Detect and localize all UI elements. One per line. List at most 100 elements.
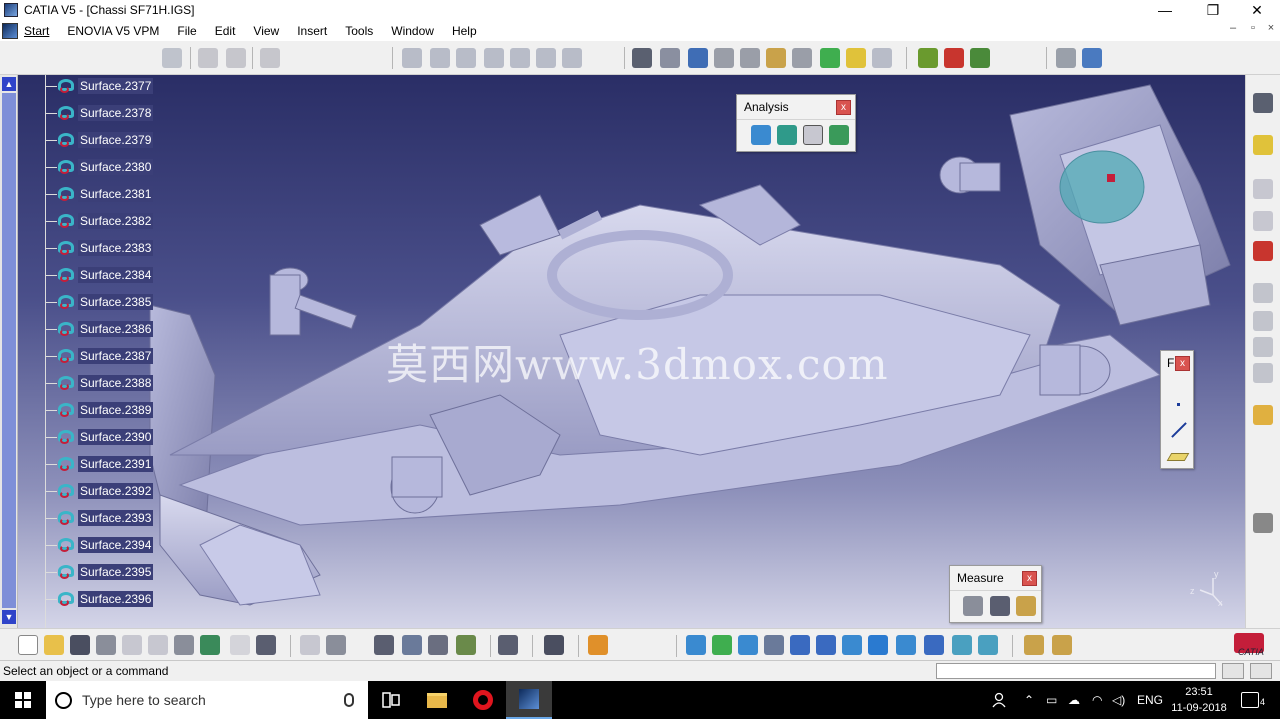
tree-item[interactable]: Surface.2391: [45, 454, 154, 474]
snap-icon[interactable]: [198, 48, 218, 68]
cut-icon[interactable]: [122, 635, 142, 655]
menu-insert[interactable]: Insert: [288, 24, 336, 38]
menu-enovia[interactable]: ENOVIA V5 VPM: [58, 24, 168, 38]
taskbar-clock[interactable]: 23:51 11-09-2018: [1162, 684, 1236, 716]
tree-scrollbar[interactable]: ▲ ▼: [0, 75, 18, 628]
fit-all-icon[interactable]: [712, 635, 732, 655]
grid-icon[interactable]: [226, 48, 246, 68]
porcupine-analysis-icon[interactable]: [829, 125, 849, 145]
swap-visible-space-icon[interactable]: [978, 635, 998, 655]
menu-view[interactable]: View: [244, 24, 288, 38]
disassemble-icon[interactable]: [714, 48, 734, 68]
revolve-icon[interactable]: [430, 48, 450, 68]
menu-help[interactable]: Help: [443, 24, 486, 38]
tree-item[interactable]: Surface.2396: [45, 589, 154, 609]
tree-item[interactable]: Surface.2387: [45, 346, 154, 366]
boundary-icon[interactable]: [792, 48, 812, 68]
volume-icon[interactable]: ◁): [1112, 681, 1125, 719]
save-icon[interactable]: [70, 635, 90, 655]
tree-item[interactable]: Surface.2384: [45, 265, 154, 285]
shape-fillet-icon[interactable]: [846, 48, 866, 68]
sketch-tracker-icon[interactable]: [1250, 663, 1272, 679]
tree-item[interactable]: Surface.2388: [45, 373, 154, 393]
scroll-down-arrow-icon[interactable]: ▼: [2, 610, 16, 624]
tree-item[interactable]: Surface.2394: [45, 535, 154, 555]
pan-icon[interactable]: [738, 635, 758, 655]
hide-show-icon[interactable]: [952, 635, 972, 655]
table-icon[interactable]: [374, 635, 394, 655]
redo-icon[interactable]: [230, 635, 250, 655]
tree-item[interactable]: Surface.2380: [45, 157, 154, 177]
body-icon[interactable]: [1082, 48, 1102, 68]
law-icon[interactable]: [1253, 283, 1273, 303]
trim-icon[interactable]: [766, 48, 786, 68]
taskbar-search-box[interactable]: Type here to search: [46, 681, 368, 719]
join-icon[interactable]: [632, 48, 652, 68]
rotate-icon[interactable]: [944, 48, 964, 68]
undo-icon[interactable]: [200, 635, 220, 655]
tree-item[interactable]: Surface.2382: [45, 211, 154, 231]
zoom-in-icon[interactable]: [790, 635, 810, 655]
sketch-icon[interactable]: [1253, 93, 1273, 113]
print-icon[interactable]: [96, 635, 116, 655]
measure-between-icon[interactable]: [963, 596, 983, 616]
tree-item[interactable]: Surface.2389: [45, 400, 154, 420]
wireframe-close-button[interactable]: x: [1175, 356, 1190, 371]
tree-item[interactable]: Surface.2392: [45, 481, 154, 501]
measure-palette[interactable]: Measure x: [949, 565, 1042, 623]
plane-icon[interactable]: [1166, 453, 1190, 461]
layer-icon[interactable]: [1024, 635, 1044, 655]
iso-view-icon[interactable]: [896, 635, 916, 655]
start-logo-icon[interactable]: [2, 22, 18, 39]
workbench-icon[interactable]: [588, 635, 608, 655]
flag-note-icon[interactable]: [1253, 211, 1273, 231]
paste-icon[interactable]: [174, 635, 194, 655]
edge-fillet-icon[interactable]: [872, 48, 892, 68]
shading-icon[interactable]: [924, 635, 944, 655]
3d-viewport[interactable]: y z x 莫西网www.3dmox.com: [0, 75, 1245, 628]
wifi-icon[interactable]: ◠: [1092, 681, 1102, 719]
analysis-palette[interactable]: Analysis x: [736, 94, 856, 152]
extract-icon[interactable]: [820, 48, 840, 68]
fill-icon[interactable]: [562, 48, 582, 68]
offset-icon[interactable]: [510, 48, 530, 68]
tree-item[interactable]: Surface.2377: [45, 76, 154, 96]
lock-icon[interactable]: [428, 635, 448, 655]
measure-inertia-icon[interactable]: [1016, 596, 1036, 616]
tree-item[interactable]: Surface.2381: [45, 184, 154, 204]
untrim-icon[interactable]: [688, 48, 708, 68]
language-indicator[interactable]: ENG: [1137, 681, 1163, 719]
wireframe-palette[interactable]: F x: [1160, 350, 1194, 469]
line-icon[interactable]: [1171, 422, 1187, 438]
new-file-icon[interactable]: [18, 635, 38, 655]
extrude-icon[interactable]: [402, 48, 422, 68]
fly-mode-icon[interactable]: [686, 635, 706, 655]
command-button[interactable]: [1222, 663, 1244, 679]
connect-checker-icon[interactable]: [751, 125, 771, 145]
capture-icon[interactable]: [544, 635, 564, 655]
tree-item[interactable]: Surface.2386: [45, 319, 154, 339]
menu-start[interactable]: Start: [22, 24, 58, 38]
output-feature-icon[interactable]: [1253, 135, 1273, 155]
notifications-icon[interactable]: 4: [1241, 681, 1265, 719]
measure-item-icon[interactable]: [990, 596, 1010, 616]
rotate-view-icon[interactable]: [764, 635, 784, 655]
multi-view-icon[interactable]: [868, 635, 888, 655]
point-tool-icon[interactable]: [260, 48, 280, 68]
knowledge-icon[interactable]: [326, 635, 346, 655]
translate-icon[interactable]: [918, 48, 938, 68]
point-icon[interactable]: [1177, 403, 1180, 406]
cylinder-icon[interactable]: [484, 48, 504, 68]
update-icon[interactable]: [402, 635, 422, 655]
tray-chevron-icon[interactable]: ⌃: [1024, 681, 1034, 719]
swap-icon[interactable]: [498, 635, 518, 655]
scroll-up-arrow-icon[interactable]: ▲: [2, 77, 16, 91]
healing-icon[interactable]: [660, 48, 680, 68]
file-explorer-button[interactable]: [414, 681, 460, 719]
tree-item[interactable]: Surface.2379: [45, 130, 154, 150]
tree-item[interactable]: Surface.2393: [45, 508, 154, 528]
battery-icon[interactable]: ▭: [1046, 681, 1057, 719]
hybrid-design-icon[interactable]: [456, 635, 476, 655]
menu-edit[interactable]: Edit: [206, 24, 245, 38]
tree-item[interactable]: Surface.2395: [45, 562, 154, 582]
